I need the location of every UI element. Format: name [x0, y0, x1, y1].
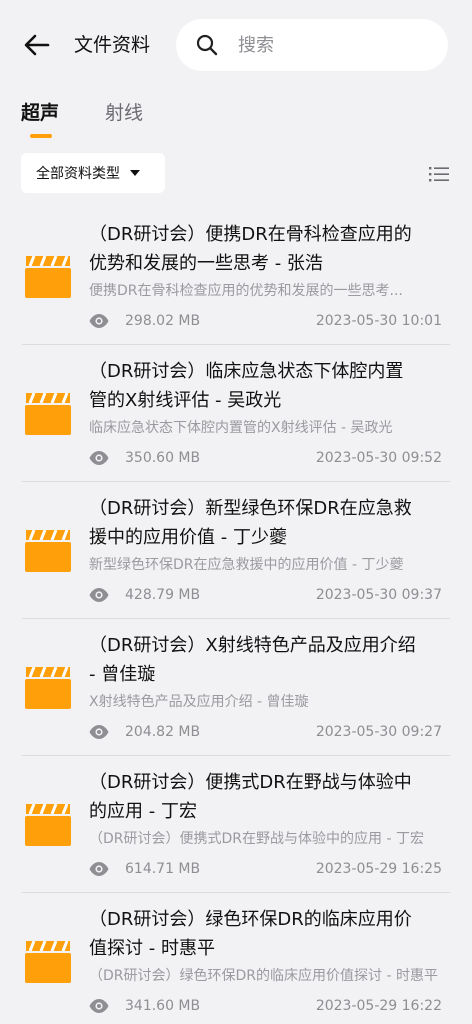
caret-down-icon — [130, 170, 140, 176]
file-meta: 350.60 MB 2023-05-30 09:52 — [89, 446, 442, 470]
file-description: （DR研讨会）便携式DR在野战与体验中的应用 - 丁宏 — [89, 831, 424, 847]
eye-icon — [89, 314, 109, 328]
file-description: 临床应急状态下体腔内置管的X射线评估 - 吴政光 — [89, 420, 393, 436]
file-library-page: 文件资料 超声 射线 全部资料类型 — [0, 0, 472, 1024]
file-description: X射线特色产品及应用介绍 - 曾佳璇 — [89, 694, 309, 710]
search-box[interactable] — [176, 19, 448, 71]
file-size: 614.71 MB — [125, 861, 201, 877]
file-list-item[interactable]: （DR研讨会）临床应急状态下体腔内置 管的X射线评估 - 吴政光 临床应急状态下… — [0, 345, 472, 482]
file-title: （DR研讨会）绿色环保DR的临床应用价 值探讨 - 时惠平 — [89, 909, 412, 959]
list-view-toggle[interactable] — [428, 163, 450, 185]
video-clapperboard-icon — [25, 393, 71, 435]
file-title: （DR研讨会）便携DR在骨科检查应用的 优势和发展的一些思考 - 张浩 — [89, 224, 412, 274]
filter-label: 全部资料类型 — [36, 166, 120, 182]
file-meta: 341.60 MB 2023-05-29 16:22 — [89, 994, 442, 1018]
tab-xray[interactable]: 射线 — [105, 100, 143, 126]
file-list-item[interactable]: （DR研讨会）便携DR在骨科检查应用的 优势和发展的一些思考 - 张浩 便携DR… — [0, 208, 472, 345]
file-size: 204.82 MB — [125, 724, 201, 740]
file-date: 2023-05-29 16:22 — [315, 998, 442, 1014]
back-button[interactable] — [20, 28, 54, 62]
eye-icon — [89, 725, 109, 739]
file-list-item[interactable]: （DR研讨会）新型绿色环保DR在应急救 援中的应用价值 - 丁少夔 新型绿色环保… — [0, 482, 472, 619]
page-title: 文件资料 — [74, 34, 151, 56]
video-clapperboard-icon — [25, 667, 71, 709]
file-description: 便携DR在骨科检查应用的优势和发展的一些思考... — [89, 283, 403, 299]
file-date: 2023-05-30 09:37 — [315, 587, 442, 603]
active-tab-indicator — [30, 134, 52, 138]
file-title: （DR研讨会）临床应急状态下体腔内置 管的X射线评估 - 吴政光 — [89, 361, 404, 411]
search-icon — [196, 34, 218, 56]
eye-icon — [89, 862, 109, 876]
file-list-item[interactable]: （DR研讨会）绿色环保DR的临床应用价 值探讨 - 时惠平 （DR研讨会）绿色环… — [0, 893, 472, 1024]
eye-icon — [89, 451, 109, 465]
search-input[interactable] — [238, 34, 428, 56]
file-date: 2023-05-30 09:52 — [315, 450, 442, 466]
video-clapperboard-icon — [25, 530, 71, 572]
eye-icon — [89, 999, 109, 1013]
file-size: 341.60 MB — [125, 998, 201, 1014]
file-title: （DR研讨会）便携式DR在野战与体验中 的应用 - 丁宏 — [89, 772, 412, 822]
file-list-item[interactable]: （DR研讨会）X射线特色产品及应用介绍 - 曾佳璇 X射线特色产品及应用介绍 -… — [0, 619, 472, 756]
material-type-filter[interactable]: 全部资料类型 — [21, 153, 165, 193]
file-meta: 614.71 MB 2023-05-29 16:25 — [89, 857, 442, 881]
file-size: 350.60 MB — [125, 450, 201, 466]
file-date: 2023-05-30 10:01 — [315, 313, 442, 329]
tab-ultrasound[interactable]: 超声 — [21, 100, 59, 126]
file-meta: 298.02 MB 2023-05-30 10:01 — [89, 309, 442, 333]
top-bar: 文件资料 — [0, 0, 472, 92]
video-clapperboard-icon — [25, 804, 71, 846]
list-icon — [429, 167, 449, 182]
file-size: 298.02 MB — [125, 313, 201, 329]
file-meta: 204.82 MB 2023-05-30 09:27 — [89, 720, 442, 744]
file-date: 2023-05-30 09:27 — [315, 724, 442, 740]
category-tabs: 超声 射线 — [0, 92, 472, 142]
file-size: 428.79 MB — [125, 587, 201, 603]
file-description: （DR研讨会）绿色环保DR的临床应用价值探讨 - 时惠平 — [89, 968, 438, 984]
file-title: （DR研讨会）新型绿色环保DR在应急救 援中的应用价值 - 丁少夔 — [89, 498, 412, 548]
file-list-item[interactable]: （DR研讨会）便携式DR在野战与体验中 的应用 - 丁宏 （DR研讨会）便携式D… — [0, 756, 472, 893]
file-meta: 428.79 MB 2023-05-30 09:37 — [89, 583, 442, 607]
file-date: 2023-05-29 16:25 — [315, 861, 442, 877]
video-clapperboard-icon — [25, 256, 71, 298]
eye-icon — [89, 588, 109, 602]
arrow-left-icon — [24, 34, 50, 56]
file-title: （DR研讨会）X射线特色产品及应用介绍 - 曾佳璇 — [89, 635, 416, 685]
file-description: 新型绿色环保DR在应急救援中的应用价值 - 丁少夔 — [89, 557, 404, 573]
video-clapperboard-icon — [25, 941, 71, 983]
